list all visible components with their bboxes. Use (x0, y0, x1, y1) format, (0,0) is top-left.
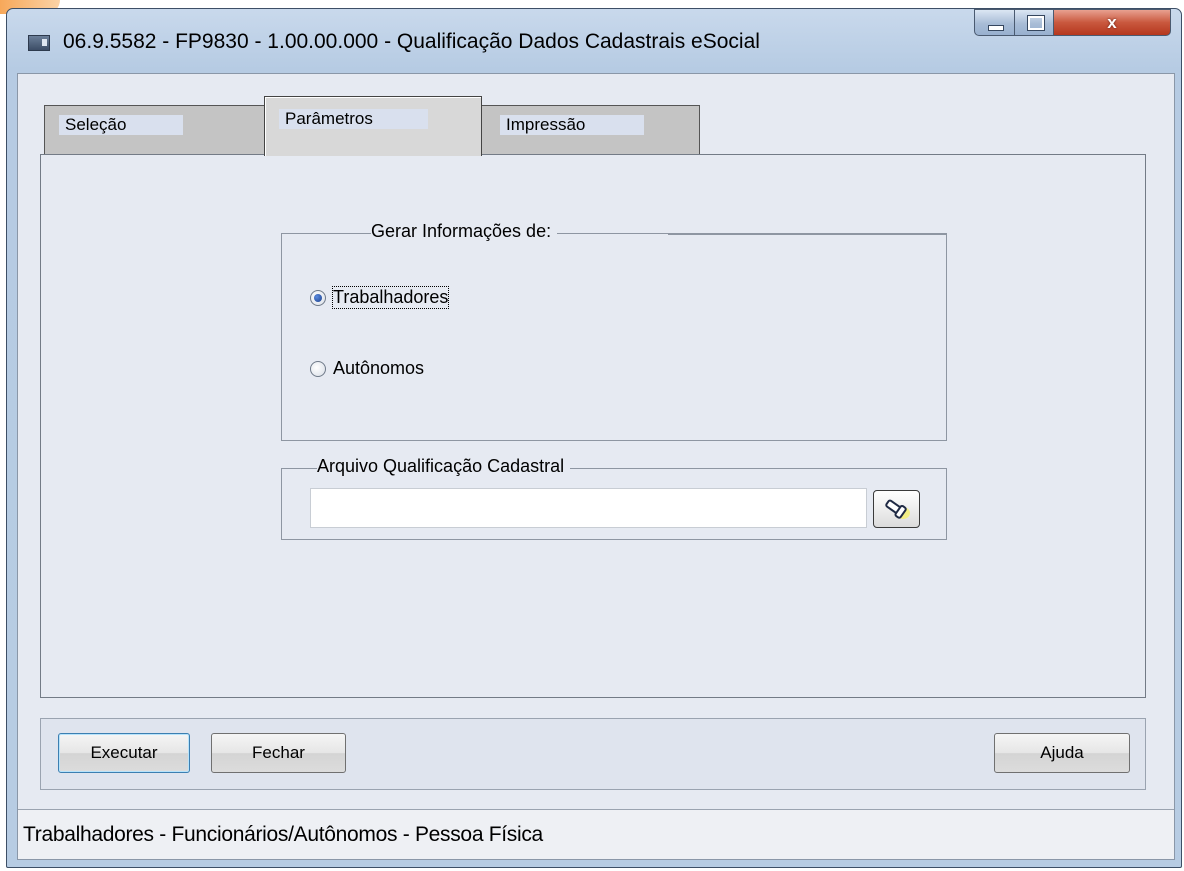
tab-impressao[interactable]: Impressão (481, 105, 700, 155)
close-icon: x (1107, 13, 1117, 32)
executar-button[interactable]: Executar (58, 733, 190, 773)
close-button[interactable]: x (1053, 9, 1171, 36)
tab-panel-parametros: Gerar Informações de: Trabalhadores Autô… (40, 154, 1146, 698)
client-area: Seleção Parâmetros Impressão Gerar Infor… (17, 73, 1175, 860)
radio-button-unselected[interactable] (310, 360, 326, 377)
flashlight-search-icon (884, 499, 910, 519)
maximize-button[interactable] (1014, 9, 1054, 36)
browse-file-button[interactable] (873, 490, 920, 528)
radio-autonomos-label[interactable]: Autônomos (333, 358, 424, 379)
radio-autonomos[interactable]: Autônomos (310, 358, 424, 379)
arquivo-qualificacao-title: Arquivo Qualificação Cadastral (317, 456, 571, 477)
radio-trabalhadores[interactable]: Trabalhadores (310, 286, 450, 309)
tab-selecao-label: Seleção (59, 115, 183, 135)
title-bar: 06.9.5582 - FP9830 - 1.00.00.000 - Quali… (7, 9, 1181, 73)
status-text: Trabalhadores - Funcionários/Autônomos -… (23, 823, 543, 846)
arquivo-path-input[interactable] (310, 488, 867, 528)
minimize-icon (988, 25, 1004, 31)
tab-impressao-label: Impressão (500, 115, 644, 135)
app-window: 06.9.5582 - FP9830 - 1.00.00.000 - Quali… (6, 8, 1182, 868)
minimize-button[interactable] (974, 9, 1015, 36)
gerar-informacoes-title: Gerar Informações de: (371, 221, 558, 242)
maximize-icon (1028, 16, 1044, 30)
tab-parametros-label: Parâmetros (279, 109, 428, 129)
radio-trabalhadores-label[interactable]: Trabalhadores (331, 286, 450, 309)
arquivo-qualificacao-group: Arquivo Qualificação Cadastral (281, 456, 947, 540)
status-bar: Trabalhadores - Funcionários/Autônomos -… (18, 809, 1174, 859)
button-bar: Executar Fechar Ajuda (40, 718, 1146, 790)
window-app-icon (28, 35, 50, 51)
window-title: 06.9.5582 - FP9830 - 1.00.00.000 - Quali… (63, 30, 760, 53)
tab-parametros[interactable]: Parâmetros (264, 96, 482, 156)
radio-button-selected[interactable] (310, 289, 326, 306)
fechar-button[interactable]: Fechar (211, 733, 346, 773)
group-line (668, 234, 946, 235)
gerar-informacoes-group: Gerar Informações de: Trabalhadores Autô… (281, 221, 947, 441)
tab-selecao[interactable]: Seleção (44, 105, 265, 155)
ajuda-button[interactable]: Ajuda (994, 733, 1130, 773)
